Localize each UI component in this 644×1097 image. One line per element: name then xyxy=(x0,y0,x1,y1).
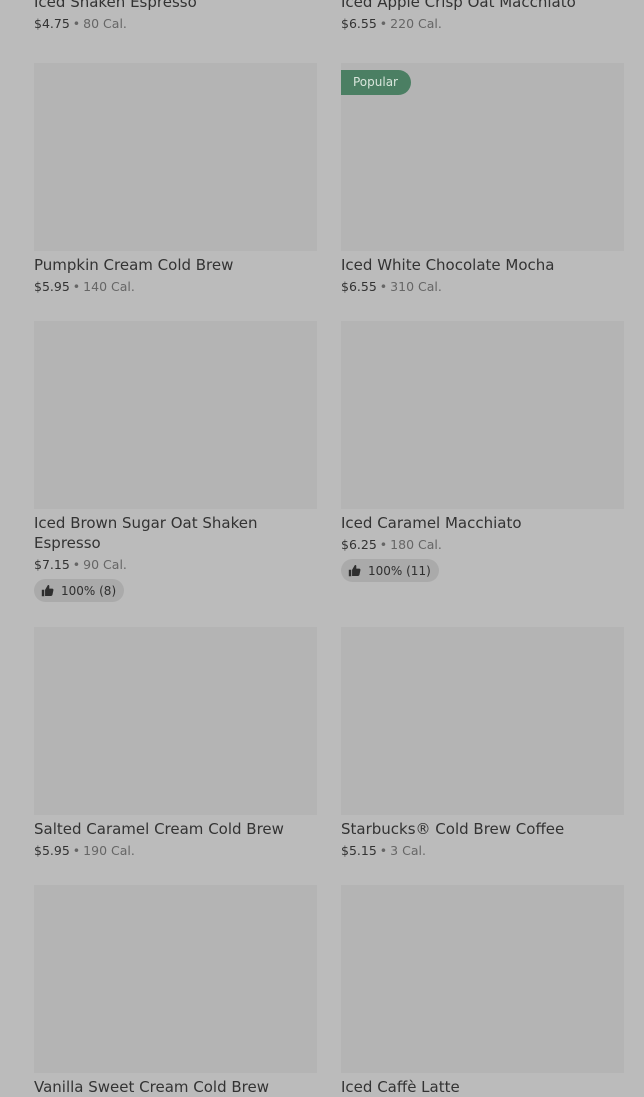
product-meta: $7.15 • 90 Cal. xyxy=(34,556,317,573)
product-meta: $6.55 • 220 Cal. xyxy=(341,15,624,32)
product-name: Vanilla Sweet Cream Cold Brew xyxy=(34,1078,269,1096)
product-price: $5.15 xyxy=(341,843,377,858)
product-price: $6.55 xyxy=(341,279,377,294)
product-calories: 80 Cal. xyxy=(83,16,127,31)
product-card-iced-brown-sugar-oat-shaken-espresso[interactable]: Iced Brown Sugar Oat Shaken Espresso $7.… xyxy=(34,321,317,602)
meta-separator: • xyxy=(72,843,81,858)
popular-badge: Popular xyxy=(341,70,411,95)
thumbs-up-icon xyxy=(348,564,361,577)
product-name: Iced Apple Crisp Oat Macchiato xyxy=(341,0,576,11)
product-card-salted-caramel-cream-cold-brew[interactable]: Salted Caramel Cream Cold Brew $5.95 • 190… xyxy=(34,627,317,859)
product-image[interactable] xyxy=(34,885,317,1073)
product-price: $6.25 xyxy=(341,537,377,552)
product-price: $5.95 xyxy=(34,279,70,294)
product-image[interactable]: Popular xyxy=(341,63,624,251)
meta-separator: • xyxy=(72,16,81,31)
product-card-vanilla-sweet-cream-cold-brew[interactable]: Vanilla Sweet Cream Cold Brew xyxy=(34,885,317,1097)
product-card-iced-white-chocolate-mocha[interactable]: Popular Iced White Chocolate Mocha $6.55… xyxy=(341,63,624,295)
product-meta: $6.55 • 310 Cal. xyxy=(341,278,624,295)
product-meta: $5.15 • 3 Cal. xyxy=(341,842,624,859)
rating-text: 100% (11) xyxy=(368,563,431,578)
product-card-iced-caramel-macchiato[interactable]: Iced Caramel Macchiato $6.25 • 180 Cal. 10… xyxy=(341,321,624,582)
product-name: Iced Brown Sugar Oat Shaken Espresso xyxy=(34,514,258,552)
product-meta: $5.95 • 140 Cal. xyxy=(34,278,317,295)
product-card-pumpkin-cream-cold-brew[interactable]: Pumpkin Cream Cold Brew $5.95 • 140 Cal. xyxy=(34,63,317,295)
meta-separator: • xyxy=(379,279,388,294)
product-calories: 220 Cal. xyxy=(390,16,442,31)
product-image[interactable] xyxy=(341,627,624,815)
product-calories: 140 Cal. xyxy=(83,279,135,294)
product-name: Iced Caramel Macchiato xyxy=(341,514,522,532)
product-image[interactable] xyxy=(341,321,624,509)
product-meta: $6.25 • 180 Cal. xyxy=(341,536,624,553)
product-image[interactable] xyxy=(34,63,317,251)
product-calories: 310 Cal. xyxy=(390,279,442,294)
product-name: Salted Caramel Cream Cold Brew xyxy=(34,820,284,838)
product-image[interactable] xyxy=(341,885,624,1073)
meta-separator: • xyxy=(379,537,388,552)
product-card-starbucks-cold-brew-coffee[interactable]: Starbucks® Cold Brew Coffee $5.15 • 3 Cal. xyxy=(341,627,624,859)
product-name: Iced Shaken Espresso xyxy=(34,0,197,11)
product-card-iced-apple-crisp-oat-macchiato[interactable]: Iced Apple Crisp Oat Macchiato $6.55 • 220… xyxy=(341,0,624,32)
product-image[interactable] xyxy=(34,321,317,509)
rating-chip: 100% (11) xyxy=(341,559,439,582)
product-calories: 190 Cal. xyxy=(83,843,135,858)
meta-separator: • xyxy=(379,16,388,31)
product-calories: 180 Cal. xyxy=(390,537,442,552)
product-name: Pumpkin Cream Cold Brew xyxy=(34,256,234,274)
product-name: Starbucks® Cold Brew Coffee xyxy=(341,820,565,838)
thumbs-up-icon xyxy=(41,584,54,597)
product-calories: 90 Cal. xyxy=(83,557,127,572)
product-image[interactable] xyxy=(34,627,317,815)
product-meta: $5.95 • 190 Cal. xyxy=(34,842,317,859)
product-name: Iced White Chocolate Mocha xyxy=(341,256,555,274)
product-name: Iced Caffè Latte xyxy=(341,1078,460,1096)
product-card-iced-shaken-espresso[interactable]: Iced Shaken Espresso $4.75 • 80 Cal. xyxy=(34,0,317,32)
rating-text: 100% (8) xyxy=(61,583,117,598)
meta-separator: • xyxy=(379,843,388,858)
product-price: $6.55 xyxy=(341,16,377,31)
product-meta: $4.75 • 80 Cal. xyxy=(34,15,317,32)
meta-separator: • xyxy=(72,557,81,572)
product-price: $4.75 xyxy=(34,16,70,31)
product-price: $7.15 xyxy=(34,557,70,572)
rating-chip: 100% (8) xyxy=(34,579,125,602)
meta-separator: • xyxy=(72,279,81,294)
product-card-iced-caffe-latte[interactable]: Iced Caffè Latte xyxy=(341,885,624,1097)
product-calories: 3 Cal. xyxy=(390,843,426,858)
product-price: $5.95 xyxy=(34,843,70,858)
